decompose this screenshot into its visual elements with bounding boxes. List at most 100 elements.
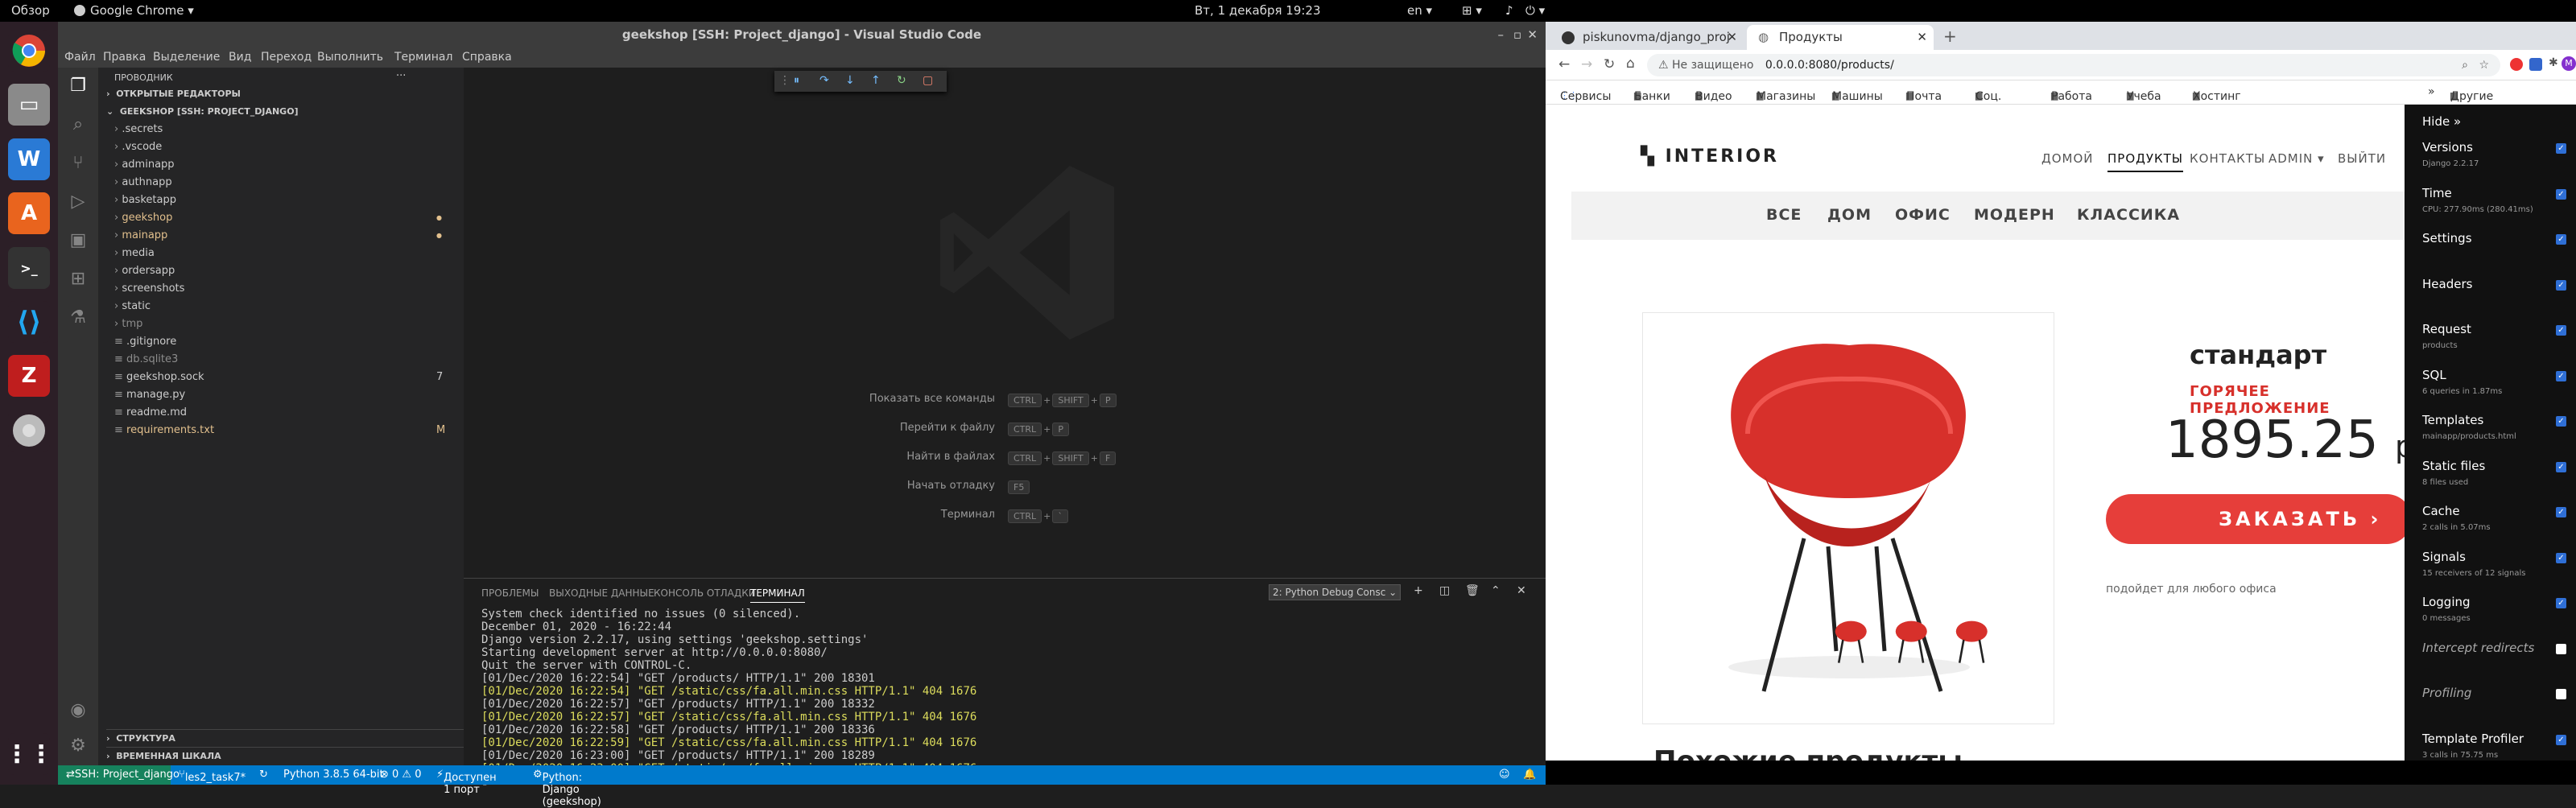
ddt-panel-item[interactable]: Request products <box>2422 322 2559 350</box>
ddt-panel-checkbox[interactable] <box>2556 643 2566 654</box>
outline-header[interactable]: › СТРУКТУРА <box>106 729 472 747</box>
account-icon[interactable]: ◉ <box>68 700 89 721</box>
tab-products[interactable]: ◍ Продукты ✕ <box>1747 25 1934 50</box>
category-all[interactable]: ВСЕ <box>1766 206 1802 224</box>
menu-edit[interactable]: Правка <box>103 51 146 64</box>
chrome-launcher-icon[interactable] <box>8 30 50 72</box>
tab-close-icon[interactable]: ✕ <box>1727 25 1737 50</box>
ddt-hide-button[interactable]: Hide » <box>2422 114 2461 129</box>
activities-button[interactable]: Обзор <box>11 3 50 18</box>
explorer-more-icon[interactable]: ··· <box>396 68 406 85</box>
power-icon[interactable]: ⏻ ▾ <box>1525 3 1545 18</box>
source-control-icon[interactable]: ⑂ <box>68 153 89 174</box>
tab-close-icon[interactable]: ✕ <box>1917 25 1927 50</box>
writer-icon[interactable]: W <box>8 138 50 180</box>
extension-blue-icon[interactable] <box>2529 58 2542 71</box>
file-tree-item[interactable]: › basketapp <box>114 192 436 209</box>
file-tree-item[interactable]: ≡ requirements.txt M <box>114 422 445 439</box>
branch-indicator[interactable]: ⑂ les2_task7* <box>179 769 246 784</box>
step-over-icon[interactable]: ↷ <box>819 74 829 87</box>
menu-selection[interactable]: Выделение <box>153 51 220 64</box>
reload-icon[interactable]: ↻ <box>1604 56 1615 72</box>
menu-go[interactable]: Переход <box>261 51 312 64</box>
file-tree-item[interactable]: ≡ .gitignore <box>114 333 436 351</box>
nav-contacts[interactable]: КОНТАКТЫ <box>2190 151 2265 166</box>
menu-file[interactable]: Файл <box>64 51 96 64</box>
order-button[interactable]: ЗАКАЗАТЬ › <box>2106 494 2405 544</box>
ddt-panel-item[interactable]: SQL 6 queries in 1.87ms <box>2422 368 2559 396</box>
close-button[interactable]: ✕ <box>1527 22 1538 48</box>
file-tree-item[interactable]: › .vscode <box>114 138 436 156</box>
bookmarks-overflow-icon[interactable]: » <box>2428 85 2435 98</box>
testing-icon[interactable]: ⚗ <box>68 307 89 328</box>
terminal-selector[interactable]: 2: Python Debug Consc ⌄ <box>1269 584 1401 600</box>
volume-icon[interactable]: ♪ <box>1505 3 1513 18</box>
step-out-icon[interactable]: ↑ <box>871 74 881 87</box>
settings-gear-icon[interactable]: ⚙ <box>68 736 89 756</box>
ports-indicator[interactable]: ⚡ Доступен 1 порт <box>436 769 497 796</box>
network-icon[interactable]: ⊞ ▾ <box>1462 3 1482 18</box>
disc-icon[interactable] <box>8 410 50 451</box>
tab-output[interactable]: ВЫХОДНЫЕ ДАННЫЕ <box>549 587 654 599</box>
file-tree-item[interactable]: › tmp <box>114 315 436 333</box>
menu-run[interactable]: Выполнить <box>317 51 383 64</box>
tab-debug-console[interactable]: КОНСОЛЬ ОТЛАДКИ <box>654 587 756 599</box>
stop-icon[interactable]: ▢ <box>923 74 933 87</box>
ddt-panel-checkbox[interactable]: ✓ <box>2556 234 2566 245</box>
category-home[interactable]: ДОМ <box>1827 206 1872 224</box>
close-panel-icon[interactable]: ✕ <box>1517 584 1526 597</box>
ddt-panel-item[interactable]: Template Profiler 3 calls in 75.75 ms <box>2422 732 2559 760</box>
category-classic[interactable]: КЛАССИКА <box>2077 206 2180 224</box>
ddt-panel-checkbox[interactable]: ✓ <box>2556 598 2566 608</box>
kill-terminal-icon[interactable]: 🗑 <box>1465 584 1480 597</box>
bookmark-star-icon[interactable]: ☆ <box>2479 54 2489 76</box>
file-tree-item[interactable]: › adminapp <box>114 156 436 174</box>
active-app-menu[interactable]: Google Chrome ▾ <box>74 3 194 18</box>
address-bar[interactable]: ⚠ Не защищено 0.0.0.0:8080/products/ ⌕ ☆ <box>1647 54 2500 76</box>
ddt-panel-checkbox[interactable]: ✓ <box>2556 416 2566 427</box>
drag-handle-icon[interactable]: ⋮ <box>779 74 791 87</box>
ddt-panel-checkbox[interactable] <box>2556 689 2566 699</box>
feedback-icon[interactable]: ☺ <box>1499 769 1510 781</box>
new-terminal-icon[interactable]: + <box>1414 584 1423 597</box>
home-icon[interactable]: ⌂ <box>1626 56 1635 72</box>
category-office[interactable]: ОФИС <box>1895 206 1951 224</box>
extensions-icon[interactable]: ⊞ <box>68 269 89 290</box>
python-interpreter[interactable]: Python 3.8.5 64-bit <box>283 769 384 781</box>
maximize-panel-icon[interactable]: ⌃ <box>1491 584 1501 597</box>
back-icon[interactable]: ← <box>1558 56 1570 72</box>
open-editors-header[interactable]: › ОТКРЫТЫЕ РЕДАКТОРЫ <box>106 85 241 103</box>
ddt-panel-checkbox[interactable]: ✓ <box>2556 325 2566 336</box>
file-tree-item[interactable]: › .secrets <box>114 121 436 138</box>
file-tree-item[interactable]: › media <box>114 245 436 262</box>
file-tree-item[interactable]: › screenshots <box>114 280 436 298</box>
ddt-panel-item[interactable]: Profiling <box>2422 686 2559 700</box>
site-logo[interactable]: ▚ INTERIOR <box>1641 146 1779 167</box>
menu-view[interactable]: Вид <box>229 51 251 64</box>
ddt-panel-checkbox[interactable]: ✓ <box>2556 188 2566 200</box>
new-tab-button[interactable]: + <box>1943 27 1957 46</box>
ddt-panel-item[interactable]: Signals 15 receivers of 12 signals <box>2422 550 2559 578</box>
explorer-icon[interactable]: ❐ <box>68 76 89 97</box>
ddt-panel-checkbox[interactable]: ✓ <box>2556 734 2566 745</box>
ddt-panel-item[interactable]: Static files 8 files used <box>2422 459 2559 487</box>
file-tree-item[interactable]: ≡ manage.py <box>114 386 436 404</box>
ddt-panel-checkbox[interactable]: ✓ <box>2556 143 2566 154</box>
file-tree-item[interactable]: › static <box>114 298 436 315</box>
file-tree-item[interactable]: › authnapp <box>114 174 436 192</box>
problems-indicator[interactable]: ⊗ 0 ⚠ 0 <box>380 769 422 781</box>
restart-icon[interactable]: ↻ <box>897 74 906 87</box>
tab-github[interactable]: piskunovma/django_proj ✕ <box>1550 25 1744 50</box>
ddt-panel-checkbox[interactable]: ✓ <box>2556 507 2566 517</box>
notifications-icon[interactable]: 🔔 <box>1523 769 1536 781</box>
extensions-puzzle-icon[interactable]: ✱ <box>2549 56 2558 69</box>
split-terminal-icon[interactable]: ◫ <box>1439 584 1450 597</box>
ddt-panel-item[interactable]: Intercept redirects <box>2422 641 2559 655</box>
minimize-button[interactable]: – <box>1498 22 1505 48</box>
language-indicator[interactable]: en ▾ <box>1407 3 1432 18</box>
ddt-panel-checkbox[interactable]: ✓ <box>2556 279 2566 291</box>
terminal-icon[interactable]: >_ <box>8 247 50 289</box>
extension-red-icon[interactable] <box>2510 58 2523 71</box>
zoom-icon[interactable]: ⌕ <box>2462 54 2468 76</box>
sync-icon[interactable]: ↻ <box>259 769 268 781</box>
